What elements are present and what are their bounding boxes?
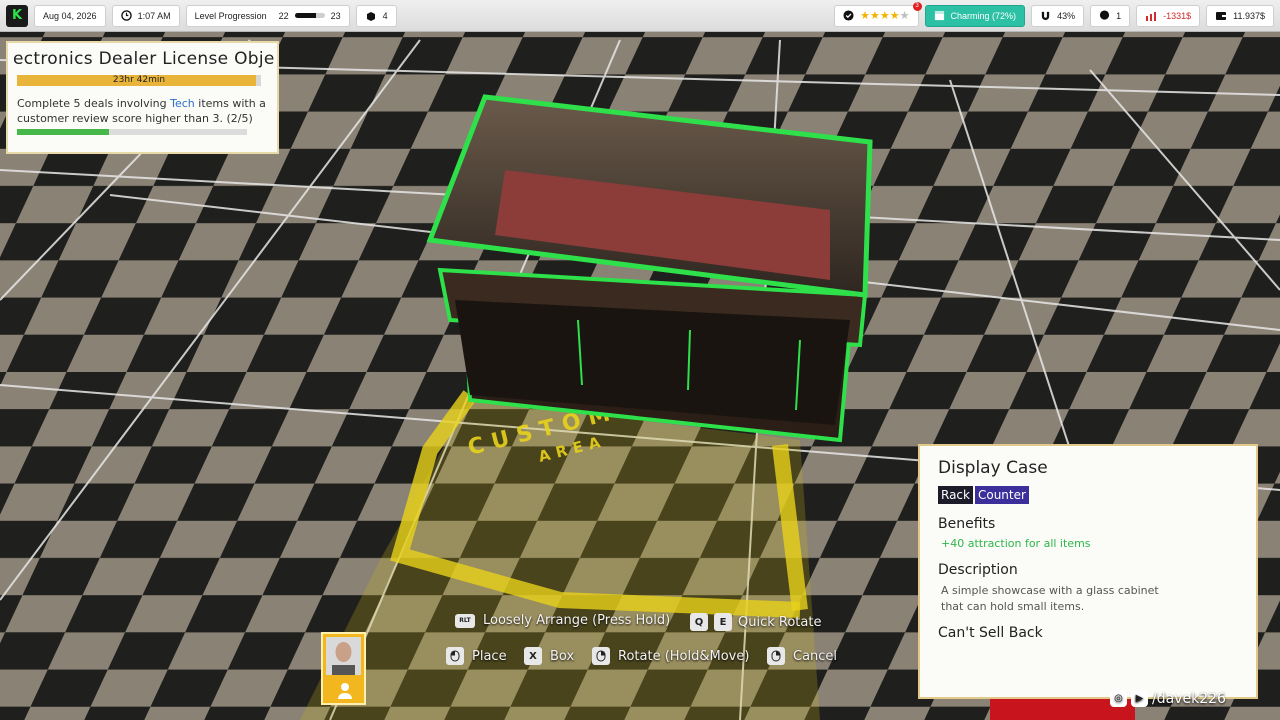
time-display: 1:07 AM xyxy=(111,4,180,27)
level-progress-bar xyxy=(294,13,325,18)
objective-title: ectronics Dealer License Obje xyxy=(13,49,275,69)
time-text: 1:07 AM xyxy=(137,10,171,21)
box-label: Box xyxy=(550,648,575,664)
item-info-panel: Display Case Rack Counter Benefits +40 a… xyxy=(918,444,1258,699)
social-handle-text: /davek226 xyxy=(1152,690,1226,707)
store-rating: 3 ★★★★★ xyxy=(834,1,922,27)
star-icon: ★ xyxy=(879,10,890,22)
youtube-icon: ▶ xyxy=(1131,690,1148,707)
magnet-status: 43% xyxy=(1031,4,1085,27)
verified-icon xyxy=(843,10,854,21)
quick-rotate-label: Quick Rotate xyxy=(738,614,822,630)
instagram-icon: ◎ xyxy=(1110,690,1127,707)
description-header: Description xyxy=(938,562,1018,578)
star-icon: ★ xyxy=(889,10,900,22)
person-add-icon xyxy=(337,682,357,700)
date-display: Aug 04, 2026 xyxy=(34,4,106,27)
control-loosely-arrange[interactable]: RLT Loosely Arrange (Press Hold) xyxy=(455,613,670,628)
top-hud: K Aug 04, 2026 1:07 AM Level Progression… xyxy=(0,0,1280,32)
place-label: Place xyxy=(472,648,507,664)
clock-icon xyxy=(120,10,132,21)
objective-desc-before: Complete 5 deals involving xyxy=(17,97,171,110)
objective-desc-highlight: Tech xyxy=(170,97,195,110)
charm-status: Charming (72%) xyxy=(924,4,1026,27)
item-title: Display Case xyxy=(938,458,1048,478)
control-box[interactable]: X Box xyxy=(524,647,574,665)
tag-counter: Counter xyxy=(974,486,1029,504)
level-label: Level Progression xyxy=(194,10,267,21)
chart-up-icon xyxy=(1145,10,1157,21)
item-tags: Rack Counter xyxy=(938,486,1238,504)
reputation-status: 1 xyxy=(1090,4,1131,27)
tag-rack: Rack xyxy=(938,486,973,504)
date-text: Aug 04, 2026 xyxy=(43,10,97,21)
description-text: A simple showcase with a glass cabinet t… xyxy=(941,584,1159,613)
logo-letter: K xyxy=(11,8,23,23)
rotate-label: Rotate (Hold&Move) xyxy=(618,648,750,664)
objective-timer-text: 23hr 42min xyxy=(112,75,166,85)
key-q: Q xyxy=(690,613,708,631)
reputation-text: 1 xyxy=(1116,10,1122,21)
star-rating: ★★★★★ xyxy=(860,9,909,22)
cancel-label: Cancel xyxy=(793,648,838,664)
benefit-text: +40 attraction for all items xyxy=(941,537,1091,550)
objective-timer-bar: 23hr 42min xyxy=(17,75,261,86)
money-status: 11.937$ xyxy=(1206,4,1274,27)
rating-badge: 3 xyxy=(912,1,922,11)
profit-status: -1331$ xyxy=(1136,4,1201,27)
mouse-left-icon xyxy=(446,647,464,665)
key-x: X xyxy=(524,647,542,665)
star-icon: ★ xyxy=(899,10,910,22)
magnet-icon xyxy=(1040,10,1051,21)
level-progression: Level Progression 22 23 xyxy=(185,4,350,27)
control-place[interactable]: Place xyxy=(446,647,507,665)
objective-progress-fill xyxy=(17,129,109,135)
character-card[interactable] xyxy=(321,632,366,705)
level-progress-fill xyxy=(294,13,316,18)
wallet-icon xyxy=(1215,10,1227,21)
mouse-right-icon xyxy=(592,647,610,665)
benefits-header: Benefits xyxy=(938,516,996,532)
control-rotate[interactable]: Rotate (Hold&Move) xyxy=(592,647,749,665)
storage-count: 4 xyxy=(355,4,397,27)
key-e: E xyxy=(714,613,732,631)
charm-text: Charming (72%) xyxy=(950,10,1017,21)
shop-icon xyxy=(934,10,945,21)
boxes-icon xyxy=(365,10,377,22)
star-icon: ★ xyxy=(860,10,871,22)
storage-count-text: 4 xyxy=(382,10,388,21)
key-rlt: RLT xyxy=(455,613,475,628)
channel-logo: K xyxy=(6,4,28,27)
level-current: 22 xyxy=(278,10,289,21)
objective-description: Complete 5 deals involving Tech items wi… xyxy=(17,96,268,126)
mouse-right-cancel-icon xyxy=(767,647,785,665)
head-icon xyxy=(1099,10,1110,21)
magnet-text: 43% xyxy=(1057,10,1076,21)
control-cancel[interactable]: Cancel xyxy=(767,647,837,665)
social-handle: ◎ ▶ /davek226 xyxy=(1110,690,1226,707)
sell-note: Can't Sell Back xyxy=(938,625,1043,641)
control-quick-rotate[interactable]: Q E Quick Rotate xyxy=(690,613,821,631)
star-icon: ★ xyxy=(870,10,880,22)
objective-progress-bar xyxy=(17,129,247,135)
profit-text: -1331$ xyxy=(1163,10,1192,21)
objective-panel: ectronics Dealer License Obje 23hr 42min… xyxy=(6,41,279,154)
character-portrait xyxy=(326,637,361,675)
money-text: 11.937$ xyxy=(1233,10,1265,21)
loosely-label: Loosely Arrange (Press Hold) xyxy=(483,613,671,628)
level-next: 23 xyxy=(330,10,341,21)
